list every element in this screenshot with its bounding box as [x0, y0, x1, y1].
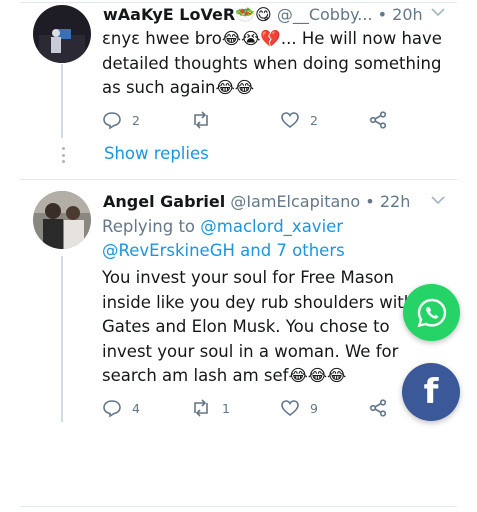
- share-icon: [369, 111, 387, 129]
- replying-to-label: Replying to: [102, 217, 196, 236]
- tweet-actions: 4 1 9: [102, 396, 402, 420]
- like-button[interactable]: 9: [280, 396, 318, 420]
- tweet-divider: [20, 179, 457, 180]
- facebook-share-button[interactable]: f: [402, 363, 460, 421]
- replying-to-others[interactable]: @RevErskineGH and 7 others: [102, 239, 345, 264]
- timestamp[interactable]: 20h: [392, 5, 423, 24]
- heart-icon: [281, 400, 299, 417]
- author-name[interactable]: wAaKyE LoVeR🥗😋: [103, 5, 272, 24]
- separator-dot: •: [365, 192, 375, 211]
- separator-dot: •: [377, 5, 388, 24]
- mention-others-link[interactable]: @RevErskineGH and 7 others: [102, 241, 345, 260]
- retweet-icon: [194, 111, 208, 129]
- thread-line: [61, 256, 63, 422]
- tweet-header: wAaKyE LoVeR🥗😋 @__Cobby... • 20h: [103, 4, 423, 26]
- heart-icon: [281, 112, 299, 129]
- share-button[interactable]: [368, 108, 388, 132]
- reply-icon: [103, 112, 121, 130]
- like-count: 2: [310, 112, 318, 128]
- avatar[interactable]: [33, 5, 91, 63]
- avatar[interactable]: [33, 191, 91, 249]
- reply-button[interactable]: 4: [102, 396, 140, 420]
- mention-link[interactable]: @maclord_xavier: [200, 217, 343, 236]
- show-replies-link[interactable]: Show replies: [104, 144, 209, 163]
- tweet-actions: 2 2: [102, 108, 402, 132]
- like-count: 9: [310, 400, 318, 416]
- share-button[interactable]: [368, 396, 388, 420]
- retweet-count: 1: [222, 400, 230, 416]
- reply-icon: [103, 400, 121, 418]
- replying-to: Replying to @maclord_xavier: [102, 215, 343, 240]
- more-replies-dots: [61, 147, 65, 163]
- tweet-text: ɛnyɛ hwee bro😂😭💔... He will now have det…: [102, 29, 442, 97]
- whatsapp-share-button[interactable]: [403, 284, 460, 341]
- reply-button[interactable]: 2: [102, 108, 140, 132]
- facebook-icon: f: [423, 372, 439, 412]
- chevron-down-icon[interactable]: [431, 193, 445, 209]
- tweet-header: Angel Gabriel @IamElcapitano • 22h: [103, 191, 410, 213]
- timestamp[interactable]: 22h: [380, 192, 411, 211]
- retweet-button[interactable]: [190, 108, 222, 132]
- author-handle[interactable]: @__Cobby...: [277, 5, 373, 24]
- bottom-divider: [20, 506, 457, 507]
- reply-count: 2: [132, 112, 140, 128]
- like-button[interactable]: 2: [280, 108, 318, 132]
- whatsapp-icon: [417, 298, 446, 327]
- reply-count: 4: [132, 400, 140, 416]
- thread-line: [61, 64, 63, 138]
- retweet-icon: [194, 399, 208, 417]
- share-icon: [369, 399, 387, 417]
- top-divider: [20, 2, 457, 3]
- tweet-text: You invest your soul for Free Mason insi…: [102, 268, 415, 385]
- retweet-button[interactable]: 1: [190, 396, 230, 420]
- chevron-down-icon[interactable]: [431, 5, 445, 21]
- author-name[interactable]: Angel Gabriel: [103, 192, 225, 211]
- author-handle[interactable]: @IamElcapitano: [230, 192, 360, 211]
